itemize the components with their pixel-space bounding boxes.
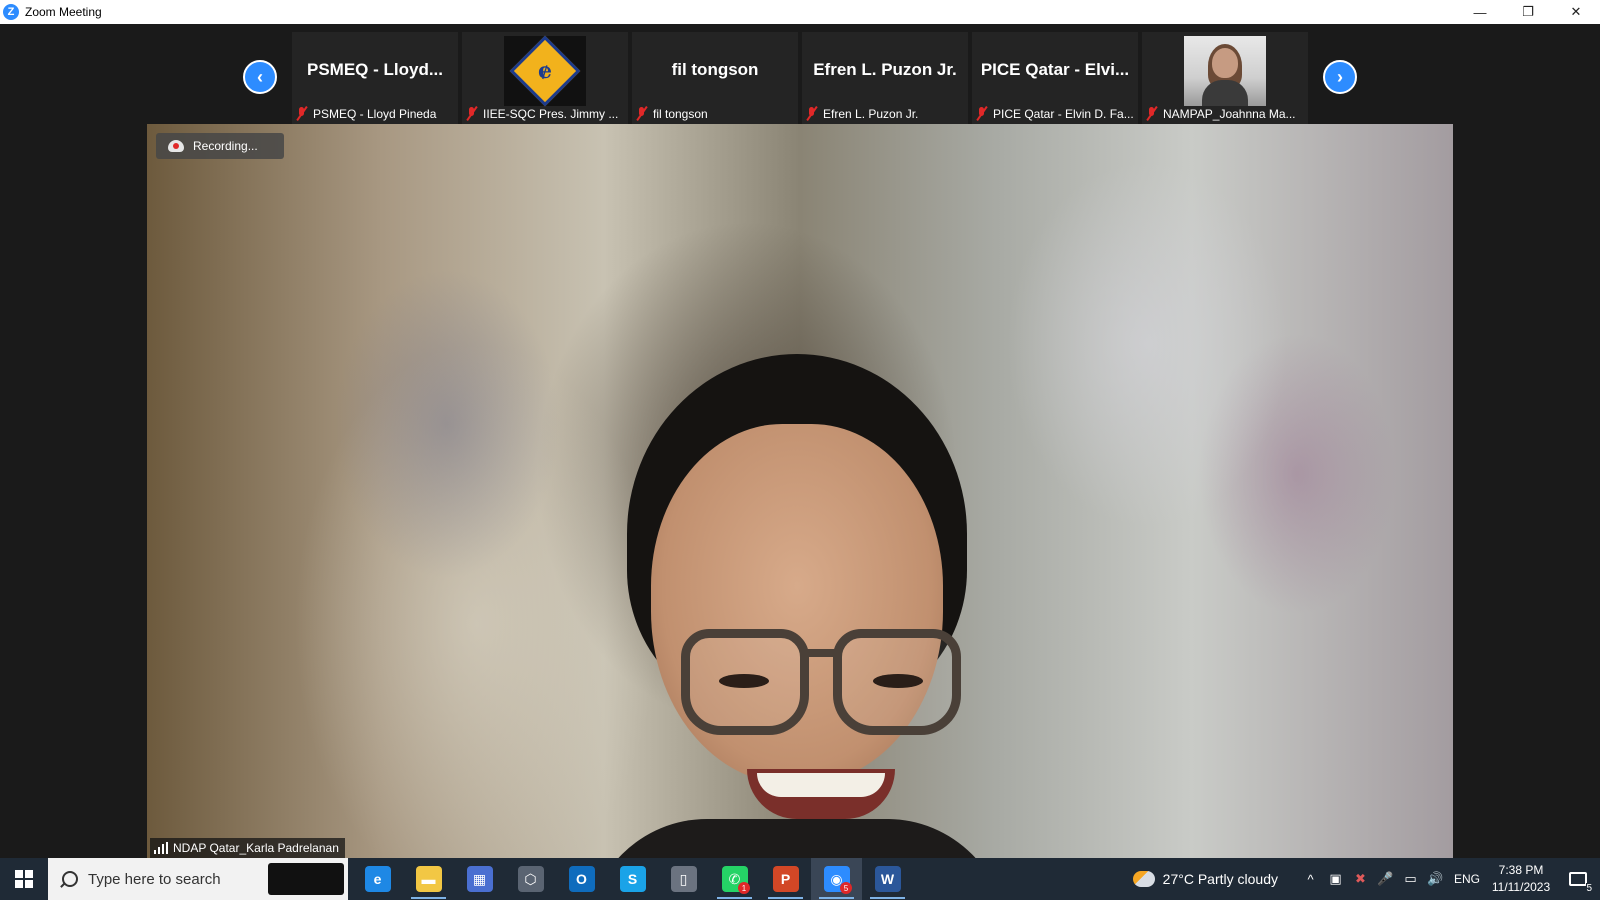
- speaker-name-label: NDAP Qatar_Karla Padrelanan: [150, 838, 345, 858]
- recording-indicator[interactable]: Recording...: [156, 133, 284, 159]
- participant-caption-text: IIEE-SQC Pres. Jimmy ...: [483, 107, 619, 121]
- eyeglasses: [681, 629, 961, 739]
- notification-center-button[interactable]: 5: [1556, 858, 1600, 900]
- muted-mic-icon: [466, 107, 478, 121]
- taskbar-app-app-3d[interactable]: ⬡: [505, 858, 556, 900]
- signal-strength-icon: [154, 842, 168, 854]
- edge-icon: e: [364, 866, 391, 892]
- muted-mic-icon: [806, 107, 818, 121]
- participant-caption: Efren L. Puzon Jr.: [806, 106, 966, 122]
- restore-button[interactable]: ❐: [1504, 0, 1552, 24]
- search-placeholder: Type here to search: [88, 870, 221, 888]
- usb-icon: ▯: [670, 866, 697, 892]
- network-disconnected-icon[interactable]: ✖: [1348, 858, 1373, 900]
- organization-logo: ɇ: [504, 35, 586, 107]
- weather-text: 27°C Partly cloudy: [1162, 871, 1278, 887]
- zoom-meeting-area: ‹ PSMEQ - Lloyd... PSMEQ - Lloyd Pineda …: [0, 24, 1600, 858]
- participant-tile[interactable]: PICE Qatar - Elvi... PICE Qatar - Elvin …: [972, 32, 1138, 124]
- show-hidden-icons-chevron-icon[interactable]: ^: [1298, 858, 1323, 900]
- muted-mic-icon: [1146, 107, 1158, 121]
- cloud-recording-icon: [168, 140, 184, 152]
- participant-display-name: fil tongson: [671, 60, 759, 79]
- participant-tile[interactable]: ɇ IIEE-SQC Pres. Jimmy ...: [462, 32, 628, 124]
- recording-label: Recording...: [193, 139, 258, 153]
- windows-taskbar: Type here to search e ▬ ▦ ⬡ O S ▯ ✆ 1 P ◉ 5 W 27°C P…: [0, 858, 1600, 900]
- taskbar-app-store[interactable]: ▦: [454, 858, 505, 900]
- partly-cloudy-icon: [1132, 871, 1155, 887]
- clock-time: 7:38 PM: [1498, 863, 1544, 877]
- participant-tile[interactable]: fil tongson fil tongson: [632, 32, 798, 124]
- clock-date: 11/11/2023: [1491, 880, 1551, 894]
- taskbar-search-box[interactable]: Type here to search: [48, 858, 348, 900]
- word-icon: W: [874, 866, 901, 892]
- active-speaker-video[interactable]: Recording... NDAP Qatar_Karla Padrelanan: [147, 124, 1453, 858]
- participant-caption: IIEE-SQC Pres. Jimmy ...: [466, 106, 626, 122]
- muted-mic-icon: [296, 107, 308, 121]
- previous-page-arrow-icon[interactable]: ‹: [243, 60, 277, 94]
- skype-icon: S: [619, 866, 646, 892]
- speaker-person: [587, 354, 1007, 858]
- window-controls: — ❐ ✕: [1456, 0, 1600, 24]
- taskbar-app-powerpoint[interactable]: P: [760, 858, 811, 900]
- taskbar-app-outlook[interactable]: O: [556, 858, 607, 900]
- participant-caption-text: fil tongson: [653, 107, 708, 121]
- file-explorer-icon: ▬: [415, 866, 442, 892]
- meet-now-icon[interactable]: ▣: [1323, 858, 1348, 900]
- close-button[interactable]: ✕: [1552, 0, 1600, 24]
- taskbar-app-word[interactable]: W: [862, 858, 913, 900]
- powerpoint-icon: P: [772, 866, 799, 892]
- window-title: Zoom Meeting: [25, 5, 102, 19]
- taskbar-app-edge[interactable]: e: [352, 858, 403, 900]
- participant-tile[interactable]: Efren L. Puzon Jr. Efren L. Puzon Jr.: [802, 32, 968, 124]
- language-indicator[interactable]: ENG: [1448, 872, 1486, 886]
- windows-logo-icon: [15, 870, 33, 888]
- participant-video-thumbnail: [1184, 36, 1266, 106]
- search-highlight-image[interactable]: [268, 863, 344, 895]
- zoom-app-icon: Z: [3, 4, 19, 20]
- participant-caption: PICE Qatar - Elvin D. Fa...: [976, 106, 1136, 122]
- participant-display-name: PSMEQ - Lloyd...: [306, 60, 443, 79]
- weather-widget[interactable]: 27°C Partly cloudy: [1132, 871, 1278, 887]
- taskbar-app-whatsapp[interactable]: ✆ 1: [709, 858, 760, 900]
- start-button[interactable]: [0, 858, 48, 900]
- taskbar-app-file-explorer[interactable]: ▬: [403, 858, 454, 900]
- participant-caption-text: PSMEQ - Lloyd Pineda: [313, 107, 437, 121]
- participant-caption: NAMPAP_Joahnna Ma...: [1146, 106, 1306, 122]
- participant-tile[interactable]: PSMEQ - Lloyd... PSMEQ - Lloyd Pineda: [292, 32, 458, 124]
- taskbar-app-usb[interactable]: ▯: [658, 858, 709, 900]
- clock[interactable]: 7:38 PM 11/11/2023: [1486, 862, 1556, 896]
- participant-display-name: PICE Qatar - Elvi...: [980, 60, 1130, 79]
- logo-emblem: ɇ: [538, 58, 552, 84]
- system-tray: 27°C Partly cloudy ^ ▣ ✖ 🎤 ▭ 🔊 ENG 7:38 …: [1132, 858, 1600, 900]
- next-page-arrow-icon[interactable]: ›: [1323, 60, 1357, 94]
- participant-tile[interactable]: NAMPAP_Joahnna Ma...: [1142, 32, 1308, 124]
- window-titlebar: Z Zoom Meeting — ❐ ✕: [0, 0, 1600, 24]
- participant-caption-text: Efren L. Puzon Jr.: [823, 107, 919, 121]
- search-icon: [62, 871, 78, 887]
- minimize-button[interactable]: —: [1456, 0, 1504, 24]
- muted-mic-icon: [636, 107, 648, 121]
- taskbar-app-skype[interactable]: S: [607, 858, 658, 900]
- speaker-name: NDAP Qatar_Karla Padrelanan: [173, 841, 339, 855]
- microphone-icon[interactable]: 🎤: [1373, 858, 1398, 900]
- unread-badge: 1: [738, 882, 750, 894]
- outlook-icon: O: [568, 866, 595, 892]
- battery-icon[interactable]: ▭: [1398, 858, 1423, 900]
- participant-caption-text: PICE Qatar - Elvin D. Fa...: [993, 107, 1134, 121]
- participant-caption-text: NAMPAP_Joahnna Ma...: [1163, 107, 1296, 121]
- participant-caption: fil tongson: [636, 106, 796, 122]
- volume-icon[interactable]: 🔊: [1423, 858, 1448, 900]
- participant-caption: PSMEQ - Lloyd Pineda: [296, 106, 456, 122]
- notification-icon: [1569, 872, 1587, 886]
- pinned-apps: e ▬ ▦ ⬡ O S ▯ ✆ 1 P ◉ 5 W: [352, 858, 913, 900]
- muted-mic-icon: [976, 107, 988, 121]
- taskbar-app-zoom[interactable]: ◉ 5: [811, 858, 862, 900]
- store-icon: ▦: [466, 866, 493, 892]
- participant-strip: ‹ PSMEQ - Lloyd... PSMEQ - Lloyd Pineda …: [0, 28, 1600, 124]
- app-3d-icon: ⬡: [517, 866, 544, 892]
- notification-count: 5: [1586, 883, 1592, 894]
- unread-badge: 5: [840, 882, 852, 894]
- participant-display-name: Efren L. Puzon Jr.: [813, 60, 957, 79]
